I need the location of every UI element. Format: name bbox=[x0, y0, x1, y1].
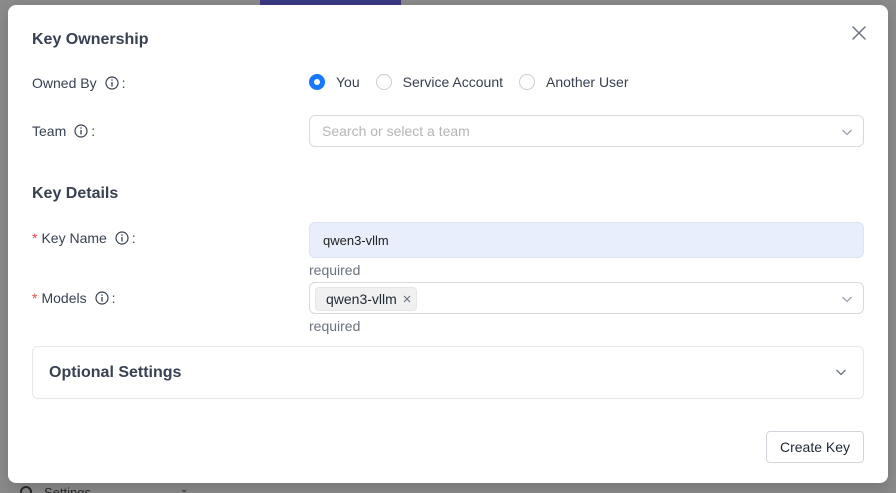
close-icon[interactable] bbox=[850, 24, 868, 42]
key-ownership-title: Key Ownership bbox=[32, 31, 149, 48]
tag-close-icon[interactable] bbox=[402, 294, 412, 304]
team-select-placeholder: Search or select a team bbox=[322, 123, 470, 139]
radio-another-user-label: Another User bbox=[546, 74, 629, 90]
backdrop-sidebar: Settings ⌄ bbox=[0, 483, 896, 493]
colon: : bbox=[111, 290, 116, 306]
backdrop-settings-label: Settings bbox=[44, 485, 91, 493]
chevron-down-icon bbox=[841, 126, 853, 138]
colon: : bbox=[91, 123, 96, 139]
optional-settings-panel[interactable]: Optional Settings bbox=[32, 346, 864, 399]
info-circle-icon[interactable] bbox=[104, 76, 119, 90]
key-details-title: Key Details bbox=[32, 185, 119, 202]
colon: : bbox=[121, 75, 126, 91]
info-circle-icon[interactable] bbox=[74, 124, 88, 138]
owned-by-label: Owned By : bbox=[32, 75, 125, 91]
radio-you[interactable]: You bbox=[309, 74, 360, 90]
key-name-helper: required bbox=[309, 262, 361, 278]
required-marker: * bbox=[32, 230, 38, 246]
radio-another-user[interactable]: Another User bbox=[519, 74, 629, 90]
create-key-modal: Key Ownership Owned By : You Service Acc… bbox=[8, 5, 888, 483]
gear-icon bbox=[20, 486, 32, 493]
info-circle-icon[interactable] bbox=[94, 291, 109, 305]
create-key-button[interactable]: Create Key bbox=[766, 431, 864, 463]
chevron-down-icon bbox=[835, 366, 847, 378]
owned-by-radio-group: You Service Account Another User bbox=[309, 74, 645, 90]
colon: : bbox=[131, 230, 136, 246]
key-name-label: * Key Name : bbox=[32, 230, 136, 246]
info-circle-icon[interactable] bbox=[115, 231, 129, 245]
models-helper: required bbox=[309, 318, 361, 334]
radio-service-account-circle[interactable] bbox=[375, 74, 392, 90]
owned-by-label-text: Owned By bbox=[32, 75, 97, 91]
key-name-input[interactable] bbox=[309, 222, 864, 258]
team-label: Team : bbox=[32, 123, 95, 139]
model-tag-label: qwen3-vllm bbox=[326, 291, 397, 307]
chevron-down-icon: ⌄ bbox=[180, 484, 189, 493]
models-label: * Models : bbox=[32, 290, 115, 306]
chevron-down-icon bbox=[841, 293, 853, 305]
radio-service-account[interactable]: Service Account bbox=[375, 74, 504, 90]
team-select[interactable]: Search or select a team bbox=[309, 115, 864, 147]
model-tag: qwen3-vllm bbox=[315, 287, 417, 311]
models-select[interactable]: qwen3-vllm bbox=[309, 282, 864, 314]
optional-settings-title: Optional Settings bbox=[49, 364, 182, 381]
required-marker: * bbox=[32, 290, 38, 306]
key-name-label-text: Key Name bbox=[41, 230, 107, 246]
radio-another-user-circle[interactable] bbox=[519, 74, 536, 90]
models-label-text: Models bbox=[41, 290, 87, 306]
radio-you-circle[interactable] bbox=[309, 74, 325, 90]
radio-you-label: You bbox=[336, 74, 360, 90]
radio-service-account-label: Service Account bbox=[402, 74, 504, 90]
team-label-text: Team bbox=[32, 123, 67, 139]
